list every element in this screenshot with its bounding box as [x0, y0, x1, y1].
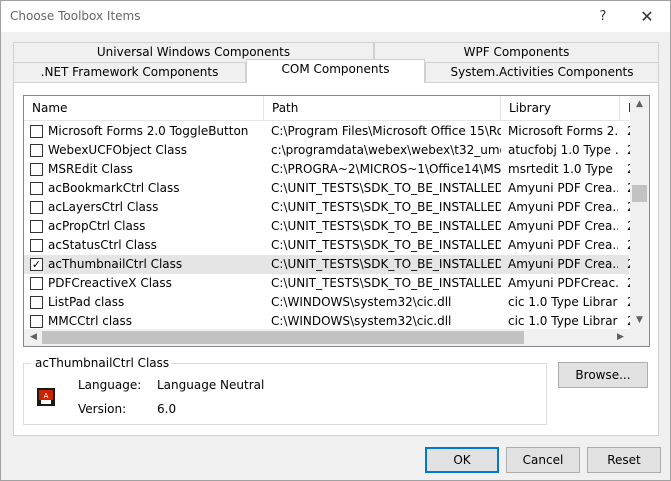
item-path: C:\UNIT_TESTS\SDK_TO_BE_INSTALLED\... [271, 181, 501, 195]
item-name: MSREdit Class [48, 162, 133, 176]
scroll-left-arrow-icon[interactable]: ◀ [24, 329, 43, 346]
title-bar: Choose Toolbox Items ? ✕ [1, 1, 670, 32]
column-header-library[interactable]: Library [501, 96, 620, 121]
item-library: Microsoft Forms 2... [508, 124, 618, 138]
vertical-scrollbar[interactable]: ▲ ▼ [630, 96, 649, 329]
scroll-corner [630, 329, 649, 346]
list-item[interactable]: ✓ acThumbnailCtrl Class C:\UNIT_TESTS\SDK_… [24, 255, 635, 274]
item-name: WebexUCFObject Class [48, 143, 187, 157]
list-item[interactable]: WebexUCFObject Class c:\programdata\webex… [24, 141, 635, 160]
item-name: ListPad class [48, 295, 125, 309]
browse-button[interactable]: Browse... [558, 362, 648, 388]
list-item[interactable]: acPropCtrl Class C:\UNIT_TESTS\SDK_TO_BE_… [24, 217, 635, 236]
list-item[interactable]: MSREdit Class C:\PROGRA~2\MICROS~1\Office… [24, 160, 635, 179]
item-path: C:\UNIT_TESTS\SDK_TO_BE_INSTALLED\... [271, 276, 501, 290]
svg-text:A: A [44, 392, 49, 400]
item-checkbox[interactable] [30, 201, 43, 214]
item-library: cic 1.0 Type Library [508, 295, 618, 309]
item-name: acPropCtrl Class [48, 219, 146, 233]
dialog-window: Choose Toolbox Items ? ✕ Universal Windo… [0, 0, 671, 481]
item-path: C:\Program Files\Microsoft Office 15\Ro.… [271, 124, 501, 138]
item-library: Amyuni PDF Crea... [508, 238, 618, 252]
vertical-scroll-thumb[interactable] [632, 185, 647, 202]
language-label: Language: [78, 378, 142, 392]
item-path: C:\PROGRA~2\MICROS~1\Office14\MS... [271, 162, 501, 176]
list-header: Name Path Library L [24, 96, 630, 121]
reset-button[interactable]: Reset [587, 447, 661, 473]
item-library: atucfobj 1.0 Type ... [508, 143, 618, 157]
window-title: Choose Toolbox Items [10, 9, 141, 23]
item-name: acStatusCtrl Class [48, 238, 157, 252]
ok-button[interactable]: OK [425, 447, 499, 473]
item-name: acThumbnailCtrl Class [48, 257, 183, 271]
item-path: C:\WINDOWS\system32\cic.dll [271, 295, 452, 309]
item-library: Amyuni PDF Crea... [508, 219, 618, 233]
list-item[interactable]: ListPad class C:\WINDOWS\system32\cic.dll… [24, 293, 635, 312]
item-checkbox[interactable] [30, 296, 43, 309]
horizontal-scrollbar[interactable]: ◀ ▶ [24, 329, 630, 346]
group-border [157, 363, 547, 364]
tab-label: COM Components [281, 62, 390, 76]
item-name: acLayersCtrl Class [48, 200, 159, 214]
list-item[interactable]: PDFCreactiveX Class C:\UNIT_TESTS\SDK_TO_… [24, 274, 635, 293]
tab-label: System.Activities Components [450, 65, 634, 79]
language-value: Language Neutral [157, 378, 265, 392]
item-path: C:\UNIT_TESTS\SDK_TO_BE_INSTALLED\... [271, 238, 501, 252]
column-header-name[interactable]: Name [24, 96, 264, 121]
list-item[interactable]: acBookmarkCtrl Class C:\UNIT_TESTS\SDK_TO… [24, 179, 635, 198]
list-item[interactable]: acStatusCtrl Class C:\UNIT_TESTS\SDK_TO_B… [24, 236, 635, 255]
scroll-up-arrow-icon[interactable]: ▲ [630, 96, 649, 113]
list-item[interactable]: Microsoft Forms 2.0 ToggleButton C:\Progr… [24, 122, 635, 141]
tab-com-components[interactable]: COM Components [246, 59, 425, 83]
tab-net-framework-components[interactable]: .NET Framework Components [13, 62, 246, 83]
horizontal-scroll-thumb[interactable] [42, 331, 524, 344]
list-rows: Microsoft Forms 2.0 ToggleButton C:\Progr… [24, 122, 635, 331]
close-button[interactable]: ✕ [629, 5, 665, 29]
item-checkbox[interactable]: ✓ [30, 258, 43, 271]
component-icon: A [37, 388, 55, 406]
version-label: Version: [78, 402, 127, 416]
group-border [23, 363, 31, 364]
item-checkbox[interactable] [30, 239, 43, 252]
tab-label: .NET Framework Components [40, 65, 219, 79]
column-header-path[interactable]: Path [264, 96, 501, 121]
item-path: C:\UNIT_TESTS\SDK_TO_BE_INSTALLED\... [271, 219, 501, 233]
item-name: Microsoft Forms 2.0 ToggleButton [48, 124, 249, 138]
column-header-extra[interactable]: L [620, 96, 630, 121]
help-button[interactable]: ? [585, 5, 621, 29]
item-library: Amyuni PDF Crea... [508, 257, 618, 271]
item-checkbox[interactable] [30, 125, 43, 138]
tab-label: WPF Components [463, 45, 570, 59]
item-checkbox[interactable] [30, 163, 43, 176]
item-checkbox[interactable] [30, 182, 43, 195]
item-checkbox[interactable] [30, 220, 43, 233]
tab-system-activities-components[interactable]: System.Activities Components [425, 62, 659, 83]
version-value: 6.0 [157, 402, 177, 416]
item-path: c:\programdata\webex\webex\t32_umc\... [271, 143, 501, 157]
components-list[interactable]: Name Path Library L Microsoft Forms 2.0 … [23, 95, 650, 347]
item-checkbox[interactable] [30, 315, 43, 328]
item-name: PDFCreactiveX Class [48, 276, 172, 290]
item-library: Amyuni PDFCreac... [508, 276, 618, 290]
scroll-right-arrow-icon[interactable]: ▶ [611, 329, 630, 346]
list-item[interactable]: acLayersCtrl Class C:\UNIT_TESTS\SDK_TO_B… [24, 198, 635, 217]
item-path: C:\UNIT_TESTS\SDK_TO_BE_INSTALLED\... [271, 200, 501, 214]
item-library: msrtedit 1.0 Type ... [508, 162, 618, 176]
item-checkbox[interactable] [30, 277, 43, 290]
cancel-button[interactable]: Cancel [506, 447, 580, 473]
details-group-title: acThumbnailCtrl Class [33, 356, 172, 370]
tab-label: Universal Windows Components [96, 45, 291, 59]
item-library: Amyuni PDF Crea... [508, 181, 618, 195]
item-name: acBookmarkCtrl Class [48, 181, 180, 195]
item-checkbox[interactable] [30, 144, 43, 157]
scroll-down-arrow-icon[interactable]: ▼ [630, 312, 649, 329]
item-library: Amyuni PDF Crea... [508, 200, 618, 214]
item-path: C:\UNIT_TESTS\SDK_TO_BE_INSTALLED\... [271, 257, 501, 271]
